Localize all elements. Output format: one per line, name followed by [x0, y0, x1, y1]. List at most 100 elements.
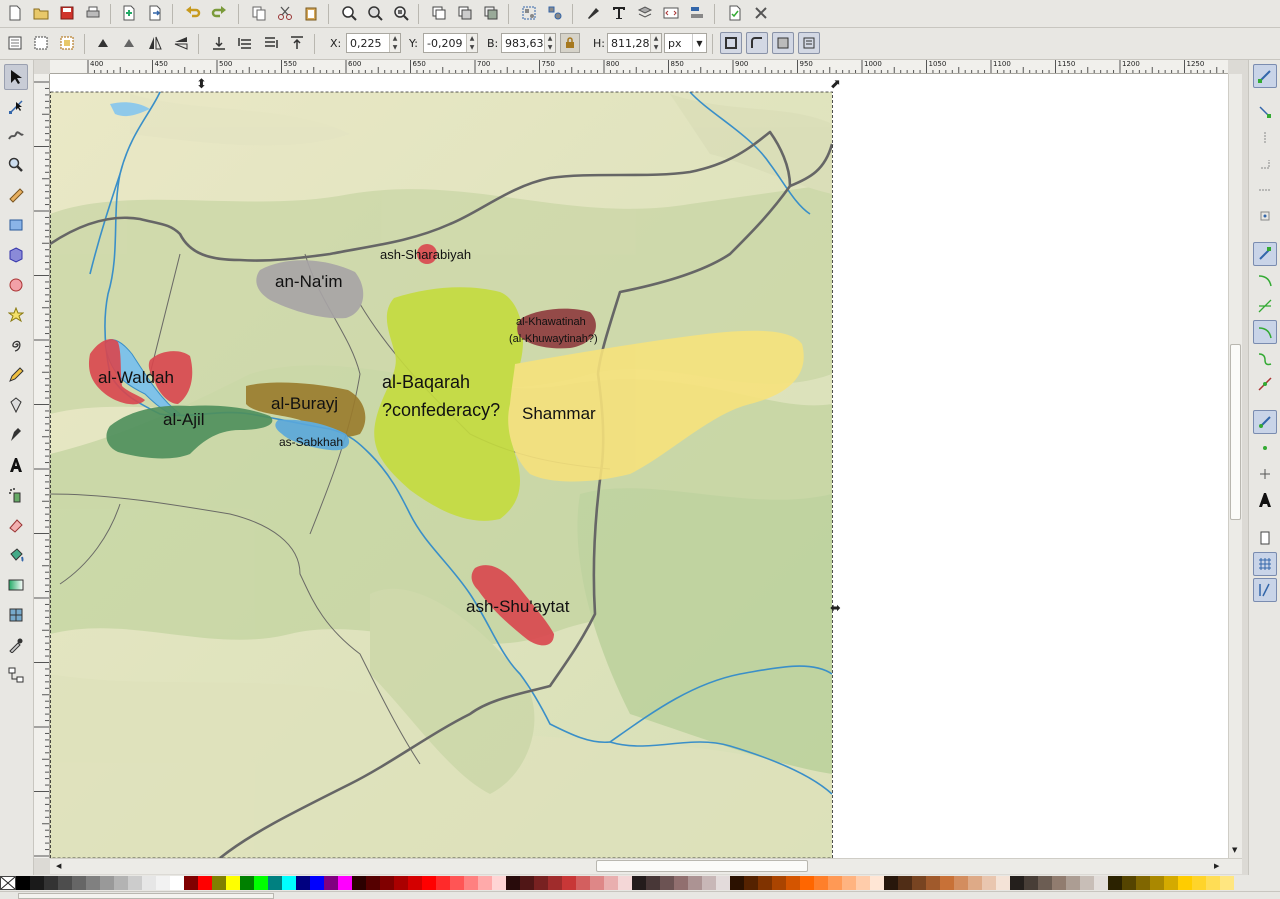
- color-swatch[interactable]: [646, 876, 660, 890]
- color-swatch[interactable]: [44, 876, 58, 890]
- lower-icon[interactable]: [234, 32, 256, 54]
- color-swatch[interactable]: [436, 876, 450, 890]
- color-swatch[interactable]: [1164, 876, 1178, 890]
- text-tool[interactable]: [4, 452, 28, 478]
- paste-icon[interactable]: [300, 2, 322, 24]
- vertical-scrollbar[interactable]: ▼: [1228, 74, 1242, 858]
- snap-others-toggle[interactable]: [1253, 410, 1277, 434]
- import-icon[interactable]: [118, 2, 140, 24]
- color-swatch[interactable]: [1066, 876, 1080, 890]
- snap-enable-toggle[interactable]: [1253, 64, 1277, 88]
- color-swatch[interactable]: [982, 876, 996, 890]
- snap-guides-toggle[interactable]: [1253, 578, 1277, 602]
- zoom-page-icon[interactable]: [390, 2, 412, 24]
- color-swatch[interactable]: [1080, 876, 1094, 890]
- color-swatch[interactable]: [128, 876, 142, 890]
- horizontal-scroll-thumb[interactable]: [596, 860, 808, 872]
- color-swatch[interactable]: [324, 876, 338, 890]
- calligraphy-tool[interactable]: [4, 422, 28, 448]
- unlink-clone-icon[interactable]: [480, 2, 502, 24]
- rotate-cw-icon[interactable]: [118, 32, 140, 54]
- zoom-selection-icon[interactable]: [338, 2, 360, 24]
- snap-object-centers[interactable]: [1253, 436, 1277, 460]
- layers-icon[interactable]: [634, 2, 656, 24]
- color-swatch[interactable]: [730, 876, 744, 890]
- measure-tool[interactable]: [4, 182, 28, 208]
- raise-to-top-icon[interactable]: [286, 32, 308, 54]
- color-swatch[interactable]: [800, 876, 814, 890]
- document-properties-icon[interactable]: [724, 2, 746, 24]
- lower-to-bottom-icon[interactable]: [208, 32, 230, 54]
- ellipse-tool[interactable]: [4, 272, 28, 298]
- ungroup-icon[interactable]: [544, 2, 566, 24]
- eraser-tool[interactable]: [4, 512, 28, 538]
- snap-nodes-toggle[interactable]: [1253, 242, 1277, 266]
- color-swatch[interactable]: [856, 876, 870, 890]
- color-swatch[interactable]: [1178, 876, 1192, 890]
- text-font-icon[interactable]: [608, 2, 630, 24]
- clone-icon[interactable]: [454, 2, 476, 24]
- color-swatch[interactable]: [240, 876, 254, 890]
- color-swatch[interactable]: [1038, 876, 1052, 890]
- color-swatch[interactable]: [296, 876, 310, 890]
- xml-editor-icon[interactable]: [660, 2, 682, 24]
- drawing-canvas[interactable]: an-Na'im ash-Sharabiyah al-Khawatinah (a…: [50, 74, 1228, 858]
- rectangle-tool[interactable]: [4, 212, 28, 238]
- color-swatch[interactable]: [408, 876, 422, 890]
- snap-page-border[interactable]: [1253, 526, 1277, 550]
- color-swatch[interactable]: [198, 876, 212, 890]
- color-swatch[interactable]: [716, 876, 730, 890]
- snap-text-baseline[interactable]: [1253, 488, 1277, 512]
- align-distribute-icon[interactable]: [686, 2, 708, 24]
- unit-select[interactable]: px ▼: [664, 33, 707, 53]
- color-swatch[interactable]: [996, 876, 1010, 890]
- gradient-tool[interactable]: [4, 572, 28, 598]
- color-swatch[interactable]: [1122, 876, 1136, 890]
- color-swatch[interactable]: [786, 876, 800, 890]
- flip-horizontal-icon[interactable]: [144, 32, 166, 54]
- group-icon[interactable]: [518, 2, 540, 24]
- snap-cusp-nodes[interactable]: [1253, 320, 1277, 344]
- color-swatch[interactable]: [422, 876, 436, 890]
- color-swatch[interactable]: [618, 876, 632, 890]
- color-swatch[interactable]: [114, 876, 128, 890]
- node-tool[interactable]: [4, 94, 28, 120]
- preferences-icon[interactable]: [750, 2, 772, 24]
- horizontal-scrollbar[interactable]: ◀ ▶: [50, 858, 1242, 874]
- snap-smooth-nodes[interactable]: [1253, 346, 1277, 370]
- color-swatch[interactable]: [884, 876, 898, 890]
- snap-rotation-centers[interactable]: [1253, 462, 1277, 486]
- x-field[interactable]: 0,225 ▲ ▼: [346, 33, 401, 53]
- zoom-tool[interactable]: [4, 152, 28, 178]
- transform-gradients-toggle[interactable]: [772, 32, 794, 54]
- color-swatch[interactable]: [86, 876, 100, 890]
- color-swatch[interactable]: [226, 876, 240, 890]
- scroll-right-arrow-icon[interactable]: ▶: [1214, 862, 1219, 870]
- spray-tool[interactable]: [4, 482, 28, 508]
- scroll-down-arrow-icon[interactable]: ▼: [1232, 846, 1237, 854]
- deselect-icon[interactable]: [56, 32, 78, 54]
- color-swatch[interactable]: [282, 876, 296, 890]
- zoom-drawing-icon[interactable]: [364, 2, 386, 24]
- color-swatch[interactable]: [842, 876, 856, 890]
- height-field[interactable]: 811,287 ▲▼: [607, 33, 662, 53]
- color-swatch[interactable]: [100, 876, 114, 890]
- color-swatch[interactable]: [576, 876, 590, 890]
- snap-bbox-corners[interactable]: [1253, 152, 1277, 176]
- width-spin-arrows[interactable]: ▲ ▼: [544, 34, 555, 52]
- color-swatch[interactable]: [1192, 876, 1206, 890]
- vertical-scroll-thumb[interactable]: [1230, 344, 1241, 520]
- color-swatch[interactable]: [814, 876, 828, 890]
- snap-bbox-midpoints[interactable]: [1253, 178, 1277, 202]
- color-swatch[interactable]: [968, 876, 982, 890]
- fill-stroke-icon[interactable]: [582, 2, 604, 24]
- snap-bbox-centers[interactable]: [1253, 204, 1277, 228]
- color-swatch[interactable]: [156, 876, 170, 890]
- duplicate-icon[interactable]: [428, 2, 450, 24]
- y-field[interactable]: -0,209 ▲ ▼: [423, 33, 478, 53]
- color-swatch[interactable]: [1094, 876, 1108, 890]
- color-swatch[interactable]: [1206, 876, 1220, 890]
- color-swatch[interactable]: [870, 876, 884, 890]
- color-swatch[interactable]: [394, 876, 408, 890]
- rotate-ccw-icon[interactable]: [92, 32, 114, 54]
